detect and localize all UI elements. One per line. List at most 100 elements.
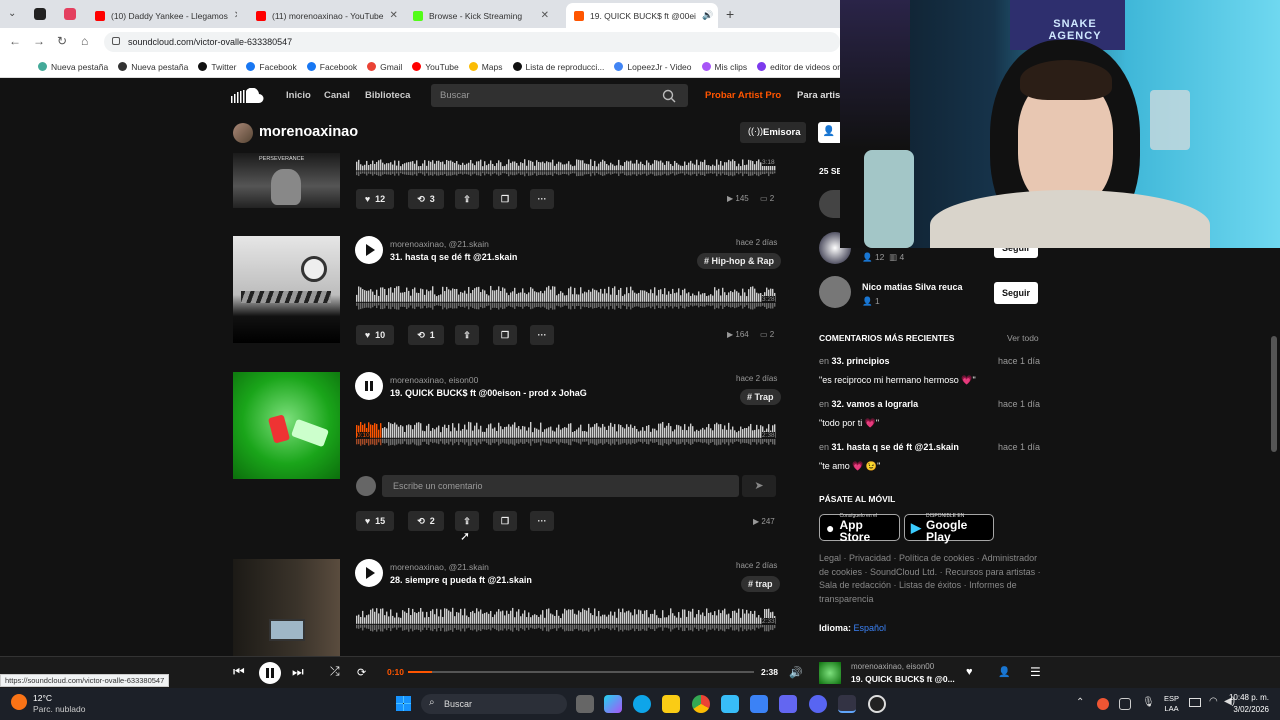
nav-home[interactable]: Inicio: [286, 90, 311, 101]
comment-track-link[interactable]: en 32. vamos a lograrla: [819, 399, 918, 409]
player-artwork[interactable]: [819, 662, 841, 684]
follow-user-button[interactable]: 👤: [818, 122, 840, 143]
send-icon[interactable]: ➤: [742, 475, 776, 497]
chrome-icon[interactable]: [692, 695, 710, 713]
search-input[interactable]: Buscar: [431, 84, 688, 107]
genre-tag[interactable]: # Trap: [740, 389, 781, 405]
copy-link-button[interactable]: ❐: [493, 325, 517, 345]
nav-feed[interactable]: Canal: [324, 90, 350, 101]
pause-button[interactable]: [355, 372, 383, 400]
player-title[interactable]: 19. QUICK BUCK$ ft @0...: [851, 674, 955, 684]
track-artwork[interactable]: PERSEVERANCE: [233, 153, 340, 208]
next-icon[interactable]: ⏭: [292, 664, 304, 680]
play-button[interactable]: [355, 559, 383, 587]
try-artist-pro-link[interactable]: Probar Artist Pro: [705, 90, 781, 101]
bookmark-item[interactable]: Maps: [468, 62, 503, 72]
repost-button[interactable]: ⟲ 1: [408, 325, 444, 345]
track-waveform[interactable]: [356, 599, 776, 639]
track-waveform[interactable]: [356, 153, 776, 181]
genre-tag[interactable]: # trap: [741, 576, 780, 592]
copy-link-button[interactable]: ❐: [493, 511, 517, 531]
like-button[interactable]: ♥ 12: [356, 189, 394, 209]
more-button[interactable]: ···: [530, 325, 554, 345]
clock-time[interactable]: 10:48 p. m.: [1225, 693, 1269, 702]
queue-icon[interactable]: ☰: [1030, 665, 1041, 679]
bookmark-item[interactable]: Nueva pestaña: [38, 62, 108, 72]
share-button[interactable]: ⇪: [455, 189, 479, 209]
clock-date[interactable]: 3/02/2026: [1225, 705, 1269, 714]
store-icon[interactable]: [721, 695, 739, 713]
like-button[interactable]: ♥ 15: [356, 511, 394, 531]
more-button[interactable]: ···: [530, 189, 554, 209]
browser-tab[interactable]: (10) Daddy Yankee - Llegamos✕: [87, 3, 237, 28]
soundcloud-logo[interactable]: [231, 88, 265, 104]
site-info-icon[interactable]: [112, 37, 120, 45]
volume-icon[interactable]: 🔊: [789, 666, 803, 679]
microphone-icon[interactable]: 🎙: [1142, 697, 1155, 708]
app-store-badge[interactable]: ● Consíguelo en el App Store: [819, 513, 900, 543]
task-view-icon[interactable]: [576, 695, 594, 713]
teams-icon[interactable]: [779, 695, 797, 713]
browser-tab[interactable]: (11) morenoaxinao - YouTube ✕: [248, 3, 398, 28]
obs-icon[interactable]: [838, 695, 856, 713]
tab-audio-icon[interactable]: 🔊: [702, 10, 713, 21]
track-title[interactable]: 19. QUICK BUCK$ ft @00eison - prod x Joh…: [390, 388, 587, 398]
view-all-link[interactable]: Ver todo: [1007, 333, 1039, 343]
track-artwork[interactable]: [233, 372, 340, 479]
bookmark-item[interactable]: YouTube: [412, 62, 459, 72]
home-icon[interactable]: ⌂: [81, 34, 88, 48]
reload-icon[interactable]: ↻: [57, 34, 67, 48]
track-waveform[interactable]: [356, 277, 776, 317]
shuffle-icon[interactable]: ⤮: [330, 664, 340, 679]
bookmark-item[interactable]: editor de videos onl: [757, 62, 840, 72]
mail-icon[interactable]: [750, 695, 768, 713]
file-explorer-icon[interactable]: [662, 695, 680, 713]
wifi-icon[interactable]: ◠: [1209, 696, 1218, 707]
follow-button[interactable]: Seguir: [994, 282, 1038, 304]
previous-icon[interactable]: ⏮: [233, 664, 245, 680]
track-title[interactable]: 28. siempre q pueda ft @21.skain: [390, 575, 532, 585]
taskbar-search[interactable]: Buscar: [421, 694, 567, 714]
bookmark-item[interactable]: Twitter: [198, 62, 236, 72]
genre-tag[interactable]: # Hip-hop & Rap: [697, 253, 781, 269]
browser-tab[interactable]: Browse - Kick Streaming ✕: [405, 3, 557, 28]
browser-tab[interactable]: 19. QUICK BUCK$ ft @00ei🔊✕: [566, 3, 718, 28]
profile-username[interactable]: morenoaxinao: [259, 124, 358, 140]
nav-library[interactable]: Biblioteca: [365, 90, 410, 101]
tray-icon[interactable]: [1097, 698, 1109, 710]
bookmark-item[interactable]: Gmail: [367, 62, 402, 72]
back-icon[interactable]: ←: [9, 34, 21, 48]
close-icon[interactable]: ✕: [234, 10, 237, 21]
track-artwork[interactable]: [233, 559, 340, 656]
player-progress-track[interactable]: [408, 671, 754, 673]
more-button[interactable]: ···: [530, 511, 554, 531]
close-icon[interactable]: ✕: [390, 10, 398, 21]
bookmark-item[interactable]: Facebook: [246, 62, 297, 72]
share-button[interactable]: ⇪: [455, 325, 479, 345]
tray-chevron-icon[interactable]: ⌃: [1076, 697, 1084, 708]
weather-icon[interactable]: [11, 694, 27, 710]
play-pause-button[interactable]: [259, 662, 281, 684]
suggested-avatar[interactable]: [819, 190, 840, 218]
address-bar[interactable]: soundcloud.com/victor-ovalle-633380547: [104, 32, 840, 52]
new-tab-button[interactable]: +: [726, 6, 734, 22]
comment-track-link[interactable]: en 33. principios: [819, 356, 890, 366]
bookmark-item[interactable]: Nueva pestaña: [118, 62, 188, 72]
track-artwork[interactable]: [233, 236, 340, 343]
page-scrollbar[interactable]: [1271, 336, 1277, 452]
app-icon[interactable]: [868, 695, 886, 713]
copy-link-button[interactable]: ❐: [493, 189, 517, 209]
footer-links[interactable]: Legal · Privacidad · Política de cookies…: [819, 552, 1041, 606]
comment-input[interactable]: Escribe un comentario: [382, 475, 739, 497]
windows-start-icon[interactable]: [396, 696, 411, 711]
track-artist[interactable]: morenoaxinao, eison00: [390, 375, 478, 385]
track-artist[interactable]: morenoaxinao, @21.skain: [390, 239, 489, 249]
bookmark-item[interactable]: Facebook: [306, 62, 357, 72]
bookmark-item[interactable]: Mis clips: [701, 62, 747, 72]
pinned-tab[interactable]: [34, 8, 46, 20]
tray-icon[interactable]: [1119, 698, 1131, 710]
follow-icon[interactable]: 👤: [998, 667, 1010, 678]
repost-button[interactable]: ⟲ 3: [408, 189, 444, 209]
copilot-icon[interactable]: [604, 695, 622, 713]
google-play-badge[interactable]: ▶ DISPONIBLE EN Google Play: [904, 513, 994, 543]
